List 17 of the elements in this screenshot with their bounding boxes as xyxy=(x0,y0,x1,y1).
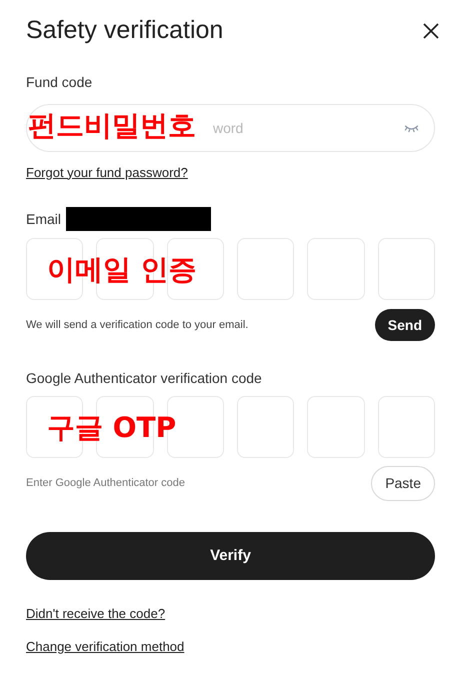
field-label: Fund code xyxy=(26,72,94,92)
annotation-text: 이메일 인증 xyxy=(47,256,197,284)
forgot-password-link[interactable]: Forgot your fund password? xyxy=(26,162,188,182)
dialog-title: Safety verification xyxy=(26,15,224,46)
verify-button[interactable]: Verify xyxy=(26,532,435,580)
field-label: Email xyxy=(26,210,62,228)
paste-button[interactable]: Paste xyxy=(371,466,435,501)
help-link[interactable]: Didn't receive the code? xyxy=(26,604,166,624)
annotation-text: 구글 OTP xyxy=(47,414,176,442)
hint-text: Enter Google Authenticator code xyxy=(26,476,185,492)
annotation-text: 펀드비밀번호 xyxy=(28,112,196,140)
send-button[interactable]: Send xyxy=(374,309,435,341)
field-label: Google Authenticator verification code xyxy=(26,369,263,388)
close-icon[interactable] xyxy=(421,20,441,41)
eye-closed-icon[interactable] xyxy=(404,124,419,132)
hint-text: We will send a verification code to your email. xyxy=(26,318,248,333)
help-link[interactable]: Change verification method xyxy=(26,636,184,656)
